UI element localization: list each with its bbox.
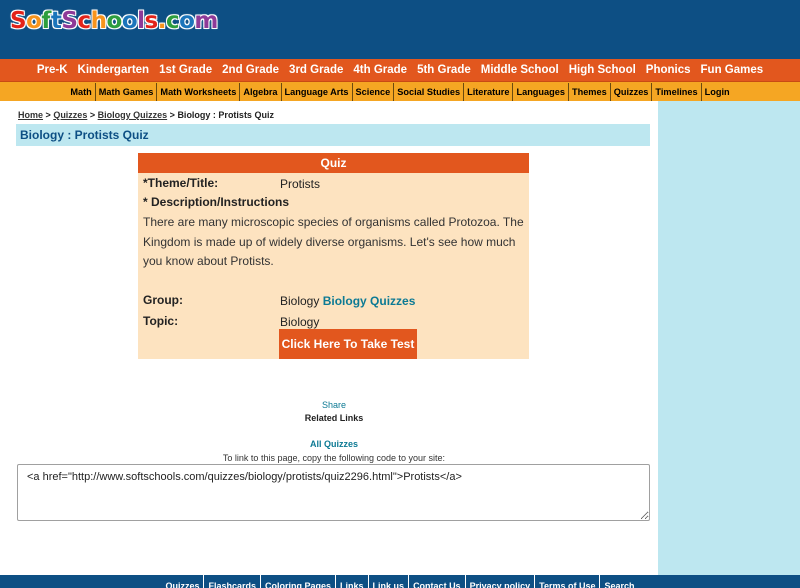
secondary-nav-link-math-games[interactable]: Math Games bbox=[94, 83, 157, 101]
group-value-wrap: Biology Biology Quizzes bbox=[280, 294, 415, 308]
topic-label: Topic: bbox=[143, 314, 179, 328]
logo-letter: t bbox=[50, 8, 62, 35]
footer-link-search[interactable]: Search bbox=[599, 575, 638, 588]
logo-letter: h bbox=[90, 8, 107, 35]
primary-nav-link-high-school[interactable]: High School bbox=[569, 59, 636, 82]
secondary-nav-link-algebra[interactable]: Algebra bbox=[239, 83, 280, 101]
quiz-info-panel: Quiz *Theme/Title: Protists * Descriptio… bbox=[138, 153, 529, 359]
page-title: Biology : Protists Quiz bbox=[20, 128, 149, 142]
logo-letter: c bbox=[165, 8, 180, 35]
logo-letter: f bbox=[41, 8, 52, 35]
secondary-nav-link-social-studies[interactable]: Social Studies bbox=[393, 83, 463, 101]
secondary-nav-link-language-arts[interactable]: Language Arts bbox=[280, 83, 352, 101]
group-label: Group: bbox=[143, 293, 183, 307]
secondary-nav-link-languages[interactable]: Languages bbox=[512, 83, 568, 101]
primary-nav-link-3rd-grade[interactable]: 3rd Grade bbox=[289, 59, 343, 82]
footer-link-contact-us[interactable]: Contact Us bbox=[408, 575, 465, 588]
secondary-nav-link-login[interactable]: Login bbox=[700, 83, 733, 101]
share-link[interactable]: Share bbox=[0, 400, 668, 410]
quiz-panel-header: Quiz bbox=[138, 153, 529, 173]
primary-nav-link-phonics[interactable]: Phonics bbox=[646, 59, 691, 82]
footer-link-links[interactable]: Links bbox=[335, 575, 368, 588]
secondary-nav-link-math-worksheets[interactable]: Math Worksheets bbox=[156, 83, 239, 101]
logo-letter: S bbox=[9, 8, 27, 35]
primary-nav-link-kindergarten[interactable]: Kindergarten bbox=[78, 59, 150, 82]
logo-letter: o bbox=[121, 8, 138, 35]
breadcrumb-separator: > bbox=[45, 110, 51, 120]
primary-nav-link-middle-school[interactable]: Middle School bbox=[481, 59, 559, 82]
description-label: * Description/Instructions bbox=[143, 195, 290, 209]
logo-letter: m bbox=[194, 8, 219, 35]
logo-letter: . bbox=[157, 8, 167, 35]
breadcrumb-biology-quizzes-link[interactable]: Biology Quizzes bbox=[98, 110, 168, 120]
logo-letter: o bbox=[179, 8, 196, 35]
breadcrumb: Home > Quizzes > Biology Quizzes > Biolo… bbox=[18, 110, 274, 120]
embed-code-textarea[interactable]: <a href="http://www.softschools.com/quiz… bbox=[17, 464, 650, 521]
page-title-bar: Biology : Protists Quiz bbox=[16, 124, 650, 146]
logo-letter: s bbox=[144, 8, 159, 35]
topic-value: Biology bbox=[280, 315, 320, 329]
primary-nav: Pre-K Kindergarten 1st Grade 2nd Grade 3rd G… bbox=[0, 59, 800, 82]
all-quizzes-link[interactable]: All Quizzes bbox=[0, 439, 668, 449]
secondary-nav-link-literature[interactable]: Literature bbox=[463, 83, 512, 101]
footer-link-privacy-policy[interactable]: Privacy policy bbox=[464, 575, 535, 588]
site-logo[interactable]: SoftSchools.com bbox=[9, 7, 219, 35]
theme-value: Protists bbox=[280, 177, 321, 191]
logo-letter: l bbox=[137, 8, 146, 35]
footer-link-quizzes[interactable]: Quizzes bbox=[161, 575, 203, 588]
breadcrumb-quizzes-link[interactable]: Quizzes bbox=[53, 110, 87, 120]
secondary-nav-link-themes[interactable]: Themes bbox=[567, 83, 610, 101]
logo-letter: c bbox=[77, 8, 92, 35]
secondary-nav-link-math[interactable]: Math bbox=[67, 83, 94, 101]
link-instructions: To link to this page, copy the following… bbox=[222, 453, 446, 463]
right-sidebar bbox=[658, 101, 800, 575]
primary-nav-link-4th-grade[interactable]: 4th Grade bbox=[353, 59, 407, 82]
logo-letter: o bbox=[106, 8, 123, 35]
footer-link-flashcards[interactable]: Flashcards bbox=[203, 575, 260, 588]
footer-link-link-us[interactable]: Link us bbox=[367, 575, 409, 588]
secondary-nav: Math Math Games Math Worksheets Algebra Lang… bbox=[0, 82, 800, 101]
footer-link-coloring-pages[interactable]: Coloring Pages bbox=[260, 575, 335, 588]
biology-quizzes-link[interactable]: Biology Quizzes bbox=[323, 294, 416, 308]
logo-letter: o bbox=[26, 8, 43, 35]
footer-link-terms-of-use[interactable]: Terms of Use bbox=[534, 575, 599, 588]
group-value: Biology bbox=[280, 294, 320, 308]
site-header: SoftSchools.com bbox=[0, 0, 800, 59]
secondary-nav-link-quizzes[interactable]: Quizzes bbox=[609, 83, 652, 101]
breadcrumb-home-link[interactable]: Home bbox=[18, 110, 43, 120]
quiz-description: There are many microscopic species of or… bbox=[143, 215, 524, 268]
primary-nav-link-pre-k[interactable]: Pre-K bbox=[37, 59, 68, 82]
breadcrumb-separator: > bbox=[169, 110, 175, 120]
primary-nav-link-5th-grade[interactable]: 5th Grade bbox=[417, 59, 471, 82]
related-links-heading: Related Links bbox=[304, 413, 364, 423]
primary-nav-link-fun-games[interactable]: Fun Games bbox=[701, 59, 764, 82]
logo-letter: S bbox=[61, 8, 79, 35]
theme-label: *Theme/Title: bbox=[143, 176, 219, 190]
secondary-nav-link-timelines[interactable]: Timelines bbox=[651, 83, 700, 101]
primary-nav-link-1st-grade[interactable]: 1st Grade bbox=[159, 59, 212, 82]
secondary-nav-link-science[interactable]: Science bbox=[351, 83, 394, 101]
take-test-button[interactable]: Click Here To Take Test bbox=[279, 329, 417, 359]
primary-nav-link-2nd-grade[interactable]: 2nd Grade bbox=[222, 59, 279, 82]
breadcrumb-separator: > bbox=[89, 110, 96, 120]
breadcrumb-current: Biology : Protists Quiz bbox=[177, 110, 274, 120]
site-footer: Quizzes Flashcards Coloring Pages Links Link… bbox=[0, 575, 800, 588]
